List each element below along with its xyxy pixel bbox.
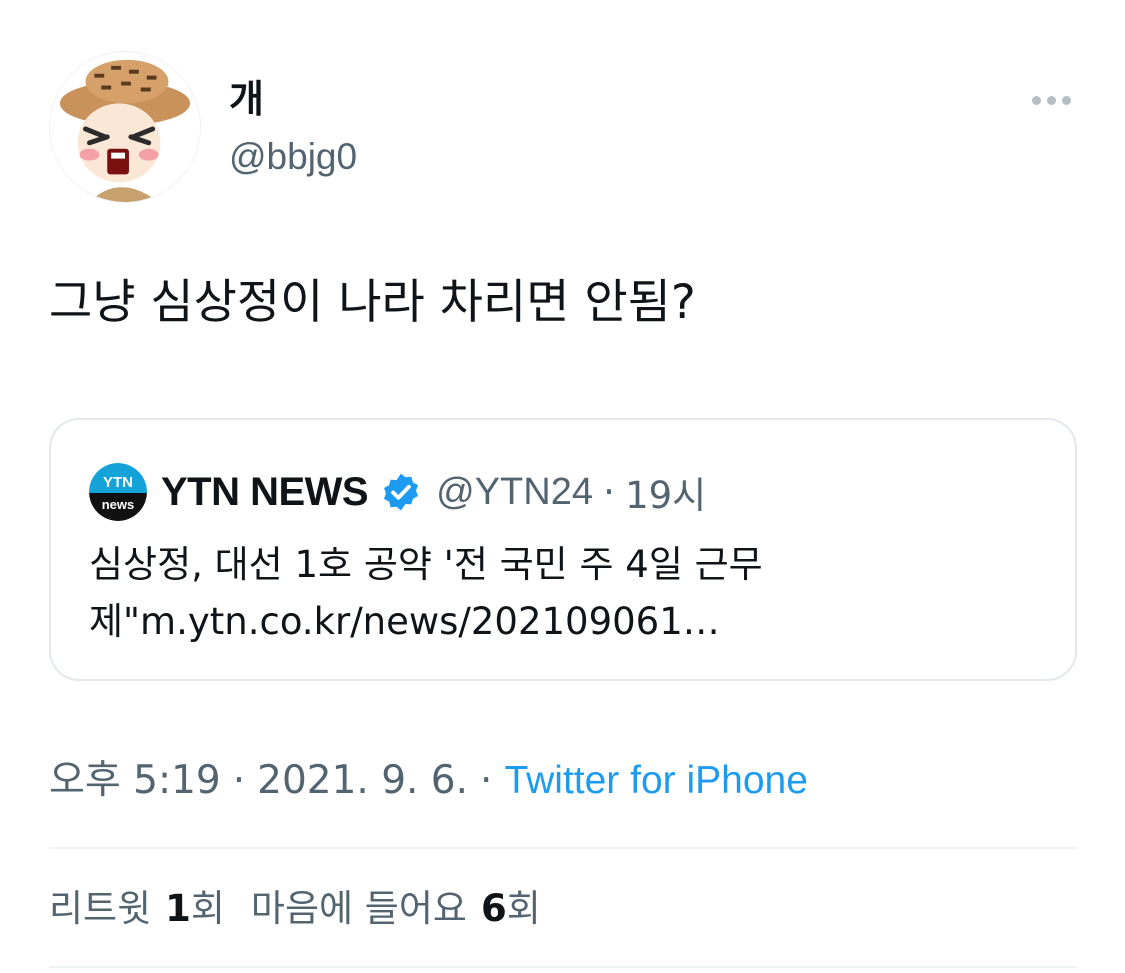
retweets-stat[interactable]: 리트윗 1 회 — [49, 884, 225, 934]
quoted-timestamp[interactable]: 19시 — [625, 465, 706, 519]
divider — [49, 847, 1077, 849]
quoted-text-line: 심상정, 대선 1호 공약 '전 국민 주 4일 근무 — [89, 543, 763, 586]
quoted-text-line: 제"m.ytn.co.kr/news/202109061… — [89, 600, 720, 643]
likes-label: 마음에 들어요 — [250, 887, 467, 930]
tweet-stats: 리트윗 1 회 마음에 들어요 6 회 — [49, 884, 541, 934]
ytn-logo-bottom-text: news — [102, 497, 135, 512]
retweets-unit: 회 — [190, 887, 225, 930]
more-dot-icon — [1046, 95, 1056, 105]
likes-unit: 회 — [506, 887, 541, 930]
quoted-tweet-card[interactable]: YTN news YTN NEWS @YTN24 · 19시 심상정, 대선 1… — [49, 418, 1077, 681]
tweet-date[interactable]: 2021. 9. 6. — [257, 756, 468, 806]
divider — [49, 966, 1077, 968]
retweets-label: 리트윗 — [49, 887, 152, 930]
quoted-author-handle[interactable]: @YTN24 — [436, 471, 593, 514]
ytn-logo-icon[interactable]: YTN news — [89, 463, 147, 521]
tweet-time[interactable]: 오후 5:19 — [49, 756, 221, 806]
quoted-author-name[interactable]: YTN NEWS — [161, 470, 369, 515]
quoted-separator: · — [602, 470, 616, 514]
author-handle[interactable]: @bbjg0 — [229, 134, 357, 180]
quoted-tweet-header: YTN news YTN NEWS @YTN24 · 19시 — [89, 463, 706, 521]
cartoon-avatar-icon — [50, 52, 200, 202]
meta-separator: · — [232, 758, 246, 803]
more-options-button[interactable] — [1024, 82, 1078, 118]
more-dot-icon — [1031, 95, 1041, 105]
tweet-source-link[interactable]: Twitter for iPhone — [504, 756, 807, 806]
likes-count: 6 — [480, 887, 507, 930]
author-avatar[interactable] — [49, 51, 201, 203]
meta-separator: · — [480, 758, 493, 803]
likes-stat[interactable]: 마음에 들어요 6 회 — [251, 884, 541, 934]
tweet-text: 그냥 심상정이 나라 차리면 안됨? — [49, 275, 696, 330]
more-dot-icon — [1061, 95, 1071, 105]
author-display-name[interactable]: 개 — [229, 76, 264, 122]
quoted-tweet-text: 심상정, 대선 1호 공약 '전 국민 주 4일 근무 제"m.ytn.co.k… — [89, 536, 1049, 650]
ytn-logo-top-text: YTN — [103, 474, 133, 491]
verified-badge-icon — [380, 471, 422, 513]
retweets-count: 1 — [165, 887, 191, 930]
tweet-meta: 오후 5:19 · 2021. 9. 6. · Twitter for iPho… — [49, 756, 808, 806]
